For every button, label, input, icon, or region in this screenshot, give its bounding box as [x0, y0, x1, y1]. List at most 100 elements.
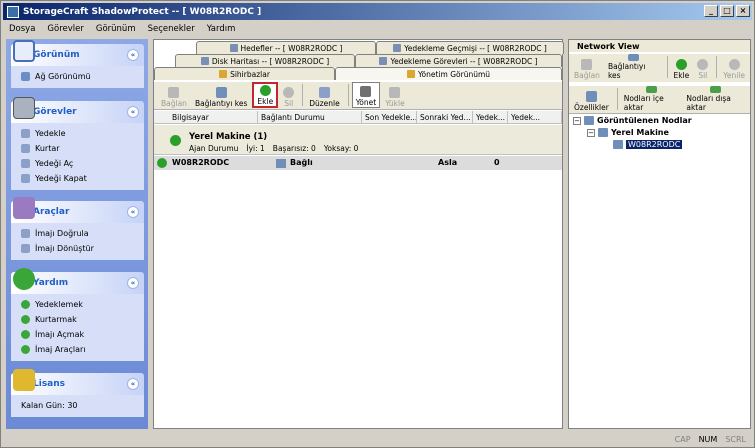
tab-disk-haritasi[interactable]: Disk Haritası -- [ W08R2RODC ]	[175, 54, 355, 67]
export-nodes-button[interactable]: Nodları dışa aktar	[683, 86, 748, 112]
sidebar-item-yedeklemek[interactable]: Yedeklemek	[21, 297, 144, 312]
col-son-yedekleme[interactable]: Son Yedekle...	[362, 111, 417, 123]
collapse-toggle-icon[interactable]: −	[573, 116, 581, 125]
magnifier-icon	[13, 40, 35, 62]
sidebar-item-kurtarmak[interactable]: Kurtarmak	[21, 312, 144, 327]
help-topic-icon	[21, 330, 30, 339]
minimize-button[interactable]: _	[704, 5, 718, 17]
wrench-icon	[360, 86, 372, 97]
col-sonraki-yedekleme[interactable]: Sonraki Yed...	[417, 111, 473, 123]
tab-yedekleme-gecmisi[interactable]: Yedekleme Geçmişi -- [ W08R2RODC ]	[376, 41, 564, 54]
import-nodes-button[interactable]: Nodları içe aktar	[621, 86, 682, 112]
col-yedek-2[interactable]: Yedek...	[508, 111, 562, 123]
collapse-icon[interactable]: «	[127, 49, 139, 61]
toolbar-separator	[666, 56, 668, 78]
sidebar-item-yedegi-ac[interactable]: Yedeği Aç	[21, 156, 144, 171]
scroll-indicator: SCRL	[725, 435, 746, 444]
import-icon	[645, 86, 657, 93]
properties-icon	[585, 91, 597, 102]
collapse-icon[interactable]: «	[127, 277, 139, 289]
disk-icon	[13, 97, 35, 119]
tab-sihirbazlar[interactable]: Sihirbazlar	[154, 67, 335, 80]
destination-icon	[229, 44, 238, 52]
sidebar-item-yedegi-kapat[interactable]: Yedeği Kapat	[21, 171, 144, 186]
collapse-icon[interactable]: «	[127, 106, 139, 118]
wizard-icon	[219, 70, 228, 78]
verify-icon	[21, 229, 30, 238]
license-days-remaining: Kalan Gün: 30	[21, 401, 78, 410]
sidebar-item-yedekle[interactable]: Yedekle	[21, 126, 144, 141]
sidebar-item-ag-gorunumu[interactable]: Ağ Görünümü	[21, 69, 144, 84]
restore-icon	[21, 144, 30, 153]
sidebar-item-kurtar[interactable]: Kurtar	[21, 141, 144, 156]
network-connect-button[interactable]: Bağlan	[571, 54, 603, 80]
tab-yonetim-gorunumu[interactable]: Yönetim Görünümü	[335, 67, 562, 80]
network-add-button[interactable]: Ekle	[671, 54, 693, 80]
network-refresh-button[interactable]: Yenile	[720, 54, 748, 80]
collapse-icon[interactable]: «	[127, 206, 139, 218]
network-toolbar-2: Özellikler Nodları içe aktar Nodları dış…	[569, 86, 750, 114]
panel-yardim: Yardım « Yedeklemek Kurtarmak İmajı Açmak…	[11, 268, 144, 361]
group-summary: Ajan Durumu İyi: 1 Başarısız: 0 Yoksay: …	[189, 144, 359, 153]
upload-button[interactable]: Yükle	[382, 82, 408, 108]
close-button[interactable]: ×	[736, 5, 750, 17]
network-icon	[21, 72, 30, 81]
add-button[interactable]: Ekle	[252, 82, 279, 108]
menu-dosya[interactable]: Dosya	[3, 24, 41, 34]
network-toolbar-1: Bağlan Bağlantıyı kes Ekle Sil Yenile	[569, 54, 750, 82]
disconnect-icon	[215, 87, 227, 98]
num-indicator: NUM	[698, 435, 718, 444]
tab-row-3: Sihirbazlar Yönetim Görünümü	[154, 67, 562, 80]
app-icon	[7, 5, 19, 18]
network-delete-button[interactable]: Sil	[694, 54, 711, 80]
col-bilgisayar[interactable]: Bilgisayar	[154, 111, 258, 123]
sidebar-item-imaji-donustur[interactable]: İmajı Dönüştür	[21, 241, 144, 256]
sidebar-item-imaj-araclari[interactable]: İmaj Araçları	[21, 342, 144, 357]
network-view: Network View Bağlan Bağlantıyı kes Ekle …	[568, 39, 751, 429]
tree-node[interactable]: W08R2RODC	[613, 140, 683, 149]
row-count: 0	[494, 158, 500, 167]
toolbar-separator	[347, 84, 349, 106]
connect-icon	[168, 87, 180, 98]
help-topic-icon	[21, 315, 30, 324]
tools-icon	[13, 197, 35, 219]
tree-group[interactable]: − Yerel Makine	[587, 128, 669, 137]
add-icon	[259, 85, 271, 96]
history-icon	[393, 44, 402, 52]
row-computer: W08R2RODC	[172, 158, 230, 167]
tab-yedekleme-gorevleri[interactable]: Yedekleme Görevleri -- [ W08R2RODC ]	[355, 54, 562, 67]
tree-root[interactable]: − Görüntülenen Nodlar	[573, 116, 692, 125]
sidebar-item-imaji-acmak[interactable]: İmajı Açmak	[21, 327, 144, 342]
group-header[interactable]: Yerel Makine (1) Ajan Durumu İyi: 1 Başa…	[154, 125, 562, 155]
delete-icon	[697, 59, 709, 70]
tab-hedefler[interactable]: Hedefler -- [ W08R2RODC ]	[196, 41, 376, 54]
col-yedek-1[interactable]: Yedek...	[473, 111, 508, 123]
manage-button[interactable]: Yönet	[351, 82, 381, 108]
management-toolbar: Bağlan Bağlantıyı kes Ekle Sil Düzenle Y…	[154, 82, 562, 110]
properties-button[interactable]: Özellikler	[571, 86, 612, 112]
sidebar-item-imaji-dogrula[interactable]: İmajı Doğrula	[21, 226, 144, 241]
menu-secenekler[interactable]: Seçenekler	[142, 24, 201, 34]
collapse-toggle-icon[interactable]: −	[587, 128, 595, 137]
delete-button[interactable]: Sil	[280, 82, 297, 108]
row-status: Bağlı	[290, 158, 313, 167]
table-row[interactable]: W08R2RODC Bağlı Asla 0	[154, 156, 562, 170]
computer-icon	[276, 159, 286, 168]
connect-button[interactable]: Bağlan	[158, 82, 190, 108]
help-icon	[13, 268, 35, 290]
menu-gorunum[interactable]: Görünüm	[90, 24, 142, 34]
col-baglanti-durumu[interactable]: Bağlantı Durumu	[258, 111, 362, 123]
export-icon	[710, 86, 722, 93]
menu-yardim[interactable]: Yardım	[201, 24, 242, 34]
collapse-icon[interactable]: «	[127, 378, 139, 390]
help-topic-icon	[21, 345, 30, 354]
tab-row-1: Hedefler -- [ W08R2RODC ] Yedekleme Geçm…	[196, 41, 564, 54]
backup-icon	[21, 129, 30, 138]
network-disconnect-button[interactable]: Bağlantıyı kes	[605, 54, 662, 80]
edit-button[interactable]: Düzenle	[306, 82, 343, 108]
management-icon	[406, 70, 415, 78]
maximize-button[interactable]: □	[720, 5, 734, 17]
caps-indicator: CAP	[674, 435, 691, 444]
menu-gorevler[interactable]: Görevler	[41, 24, 89, 34]
disconnect-button[interactable]: Bağlantıyı kes	[192, 82, 250, 108]
